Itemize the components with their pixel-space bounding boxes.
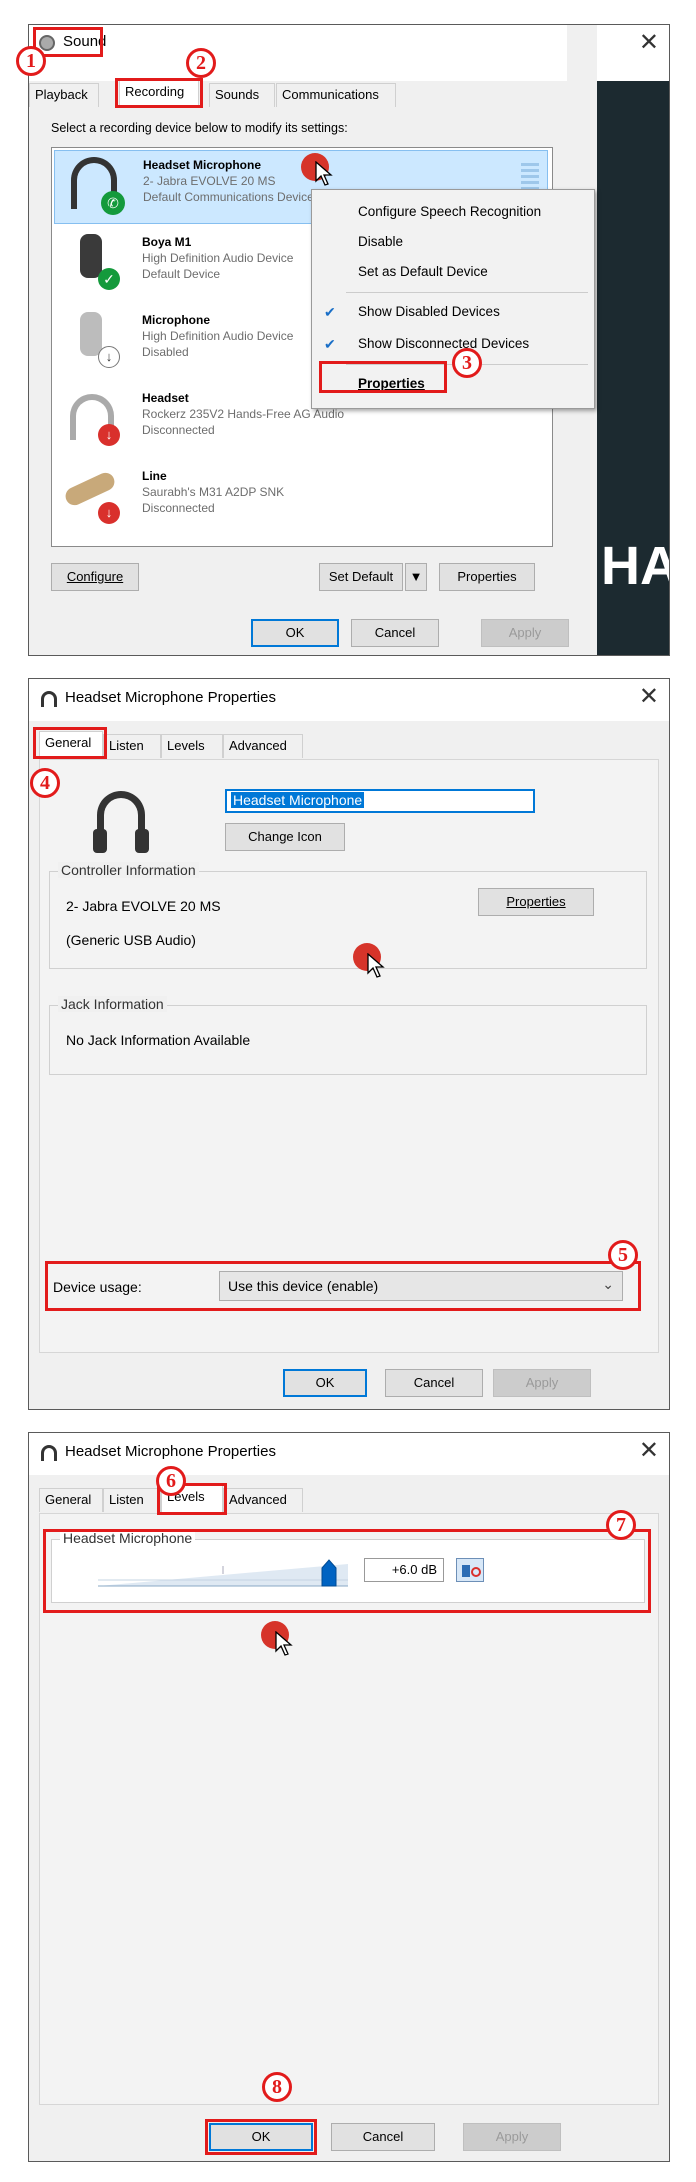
mouse-cursor-icon — [315, 161, 333, 186]
cancel-button[interactable]: Cancel — [351, 619, 439, 647]
device-line2: 2- Jabra EVOLVE 20 MS — [143, 174, 276, 188]
cancel-button[interactable]: Cancel — [331, 2123, 435, 2151]
annotation-box-properties-menu — [319, 361, 447, 393]
controller-line2: (Generic USB Audio) — [66, 932, 196, 948]
device-name: Boya M1 — [142, 235, 192, 249]
annotation-box-levels-group — [43, 1529, 651, 1613]
device-line2: Saurabh's M31 A2DP SNK — [142, 485, 285, 499]
tab-communications[interactable]: Communications — [276, 83, 396, 107]
menu-item-configure-speech[interactable]: Configure Speech Recognition — [358, 204, 541, 219]
device-name-field[interactable]: Headset Microphone — [225, 789, 535, 813]
ok-button[interactable]: OK — [283, 1369, 367, 1397]
step-number-3: 3 — [452, 348, 482, 378]
device-line3: Default Communications Device — [143, 190, 314, 204]
device-line3: Disconnected — [142, 501, 215, 515]
checkmark-icon: ✔ — [324, 304, 336, 320]
headset-icon — [41, 1445, 57, 1461]
headset-microphone-properties-levels: Headset Microphone Properties ✕ General … — [28, 1432, 670, 2162]
step-number-2: 2 — [186, 48, 216, 78]
apply-button[interactable]: Apply — [481, 619, 569, 647]
instruction-text: Select a recording device below to modif… — [51, 121, 348, 135]
window-title: Headset Microphone Properties — [65, 689, 276, 706]
device-line2: High Definition Audio Device — [142, 329, 294, 343]
controller-properties-button[interactable]: Properties — [478, 888, 594, 916]
menu-item-show-disconnected[interactable]: Show Disconnected Devices — [358, 336, 529, 351]
disconnected-status-icon: ↓ — [98, 502, 120, 524]
controller-information-group: Controller Information 2- Jabra EVOLVE 2… — [49, 862, 647, 969]
close-icon[interactable]: ✕ — [639, 29, 659, 57]
microphone-icon — [80, 312, 102, 356]
mouse-cursor-icon — [367, 953, 385, 978]
tab-advanced[interactable]: Advanced — [223, 734, 303, 758]
menu-item-show-disabled[interactable]: Show Disabled Devices — [358, 304, 500, 319]
tab-general[interactable]: General — [39, 1488, 103, 1512]
menu-divider — [346, 292, 588, 293]
close-icon[interactable]: ✕ — [639, 683, 659, 711]
jack-information-text: No Jack Information Available — [66, 1032, 251, 1048]
controller-line1: 2- Jabra EVOLVE 20 MS — [66, 898, 221, 914]
step-number-6: 6 — [156, 1466, 186, 1496]
headset-microphone-properties-general: Headset Microphone Properties ✕ General … — [28, 678, 670, 1410]
jack-information-group: Jack Information No Jack Information Ava… — [49, 996, 647, 1075]
step-number-7: 7 — [606, 1510, 636, 1540]
cancel-button[interactable]: Cancel — [385, 1369, 483, 1397]
tab-listen[interactable]: Listen — [103, 734, 161, 758]
sound-dialog: Sound ✕ Playback Recording Sounds Commun… — [28, 24, 670, 656]
tab-playback[interactable]: Playback — [29, 83, 99, 107]
step-number-4: 4 — [30, 768, 60, 798]
level-meter — [521, 163, 539, 189]
window-title: Headset Microphone Properties — [65, 1443, 276, 1460]
configure-button[interactable]: Configure — [51, 563, 139, 591]
apply-button[interactable]: Apply — [463, 2123, 561, 2151]
device-line3: Disabled — [142, 345, 189, 359]
background-text: HA — [601, 536, 669, 596]
disconnected-status-icon: ↓ — [98, 424, 120, 446]
tab-levels[interactable]: Levels — [161, 734, 223, 758]
close-icon[interactable]: ✕ — [639, 1437, 659, 1465]
annotation-box-general-tab — [33, 727, 107, 759]
phone-status-icon: ✆ — [101, 191, 125, 215]
menu-item-set-default[interactable]: Set as Default Device — [358, 264, 488, 279]
device-line2: High Definition Audio Device — [142, 251, 294, 265]
controller-information-title: Controller Information — [58, 862, 199, 878]
headset-icon — [41, 691, 57, 707]
device-line3: Default Device — [142, 267, 221, 281]
annotation-box-recording-tab — [115, 78, 203, 108]
mouse-cursor-icon — [275, 1631, 293, 1656]
device-name: Headset Microphone — [143, 158, 262, 172]
device-line3: Disconnected — [142, 423, 215, 437]
checkmark-icon: ✔ — [324, 336, 336, 352]
microphone-icon — [80, 234, 102, 278]
device-name-text: Headset Microphone — [231, 792, 365, 808]
tab-listen[interactable]: Listen — [103, 1488, 161, 1512]
step-number-5: 5 — [608, 1240, 638, 1270]
device-name: Microphone — [142, 313, 210, 327]
disabled-status-icon: ↓ — [98, 346, 120, 368]
annotation-box-device-usage — [45, 1261, 641, 1311]
properties-button[interactable]: Properties — [439, 563, 535, 591]
ok-button[interactable]: OK — [251, 619, 339, 647]
tab-advanced[interactable]: Advanced — [223, 1488, 303, 1512]
set-default-dropdown[interactable]: ▼ — [405, 563, 427, 591]
apply-button[interactable]: Apply — [493, 1369, 591, 1397]
jack-information-title: Jack Information — [58, 996, 167, 1012]
change-icon-button[interactable]: Change Icon — [225, 823, 345, 851]
menu-item-disable[interactable]: Disable — [358, 234, 403, 249]
set-default-button[interactable]: Set Default — [319, 563, 403, 591]
device-item-line[interactable]: ↓ Line Saurabh's M31 A2DP SNK Disconnect… — [54, 462, 548, 536]
step-number-8: 8 — [262, 2072, 292, 2102]
tab-sounds[interactable]: Sounds — [209, 83, 275, 107]
device-name: Line — [142, 469, 167, 483]
annotation-box-ok-button — [205, 2119, 317, 2155]
check-status-icon: ✓ — [98, 268, 120, 290]
step-number-1: 1 — [16, 46, 46, 76]
